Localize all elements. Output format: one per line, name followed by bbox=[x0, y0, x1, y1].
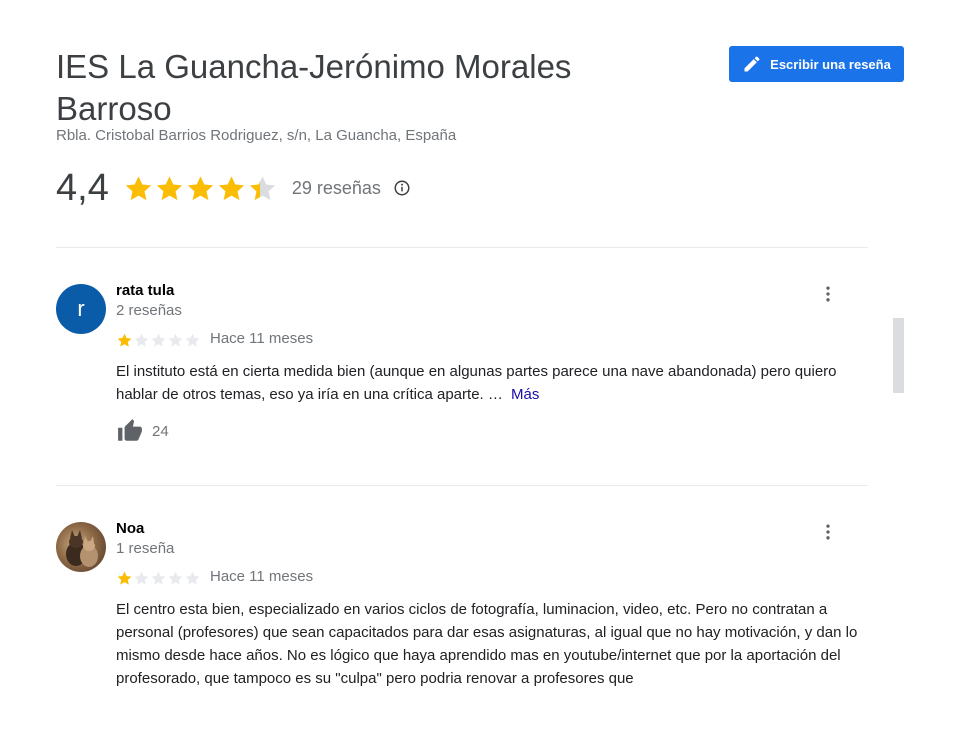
star-icon bbox=[168, 333, 183, 347]
star-icon bbox=[249, 176, 275, 201]
rating-star bbox=[247, 173, 278, 203]
like-count: 24 bbox=[152, 422, 169, 440]
rating-star bbox=[123, 173, 154, 203]
divider bbox=[56, 247, 868, 248]
star-icon bbox=[117, 333, 132, 347]
pencil-icon bbox=[744, 56, 760, 72]
rating-star bbox=[154, 173, 185, 203]
review-date: Hace 11 meses bbox=[210, 568, 314, 585]
thumbs-up-icon[interactable] bbox=[116, 418, 144, 444]
info-icon[interactable] bbox=[393, 179, 411, 197]
star-icon bbox=[218, 176, 244, 201]
review-text-body: El instituto está en cierta medida bien … bbox=[116, 363, 837, 403]
star-icon bbox=[117, 571, 132, 585]
more-link[interactable]: Más bbox=[511, 386, 539, 403]
rating-number: 4,4 bbox=[56, 166, 109, 209]
star-icon bbox=[151, 571, 166, 585]
rating-star bbox=[185, 173, 216, 203]
review-text: El centro esta bien, especializado en va… bbox=[116, 601, 858, 687]
star-icon bbox=[187, 176, 213, 201]
write-review-label: Escribir una reseña bbox=[770, 56, 891, 72]
page-title: IES La Guancha-Jerónimo Morales Barroso bbox=[56, 48, 572, 127]
more-vert-icon[interactable] bbox=[818, 522, 838, 542]
star-icon bbox=[134, 333, 149, 347]
cat-photo-icon bbox=[66, 530, 98, 567]
review-stars bbox=[116, 332, 201, 348]
rating-summary: 4,4 29 reseñas bbox=[56, 166, 411, 210]
more-vert-icon[interactable] bbox=[818, 284, 838, 304]
star-icon bbox=[185, 571, 200, 585]
star-icon bbox=[151, 333, 166, 347]
reviewer-name[interactable]: rata tula bbox=[116, 282, 174, 299]
star-icon bbox=[185, 333, 200, 347]
review-date: Hace 11 meses bbox=[210, 330, 314, 347]
like-row: 24 bbox=[116, 418, 169, 444]
reviewer-review-count: 1 reseña bbox=[116, 540, 175, 557]
cat-photo-avatar[interactable] bbox=[56, 522, 106, 572]
star-icon bbox=[125, 176, 151, 201]
avatar-letter: r bbox=[77, 296, 85, 321]
scrollbar-thumb[interactable] bbox=[893, 318, 904, 393]
review-stars bbox=[116, 570, 201, 586]
star-icon bbox=[168, 571, 183, 585]
review-text: El instituto está en cierta medida bien … bbox=[116, 360, 876, 406]
reviewer-name[interactable]: Noa bbox=[116, 520, 144, 537]
rating-stars bbox=[123, 173, 278, 203]
reviews-count[interactable]: 29 reseñas bbox=[292, 178, 381, 199]
star-icon bbox=[156, 176, 182, 201]
place-address: Rbla. Cristobal Barrios Rodriguez, s/n, … bbox=[56, 127, 457, 144]
write-review-button[interactable]: Escribir una reseña bbox=[729, 46, 904, 82]
rating-star bbox=[216, 173, 247, 203]
divider bbox=[56, 485, 868, 486]
reviewer-review-count: 2 reseñas bbox=[116, 302, 182, 319]
avatar[interactable]: r bbox=[56, 284, 106, 334]
star-icon bbox=[134, 571, 149, 585]
